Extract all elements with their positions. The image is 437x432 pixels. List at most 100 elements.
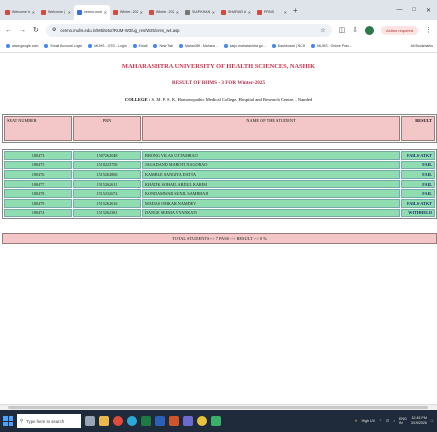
chrome-icon[interactable] bbox=[113, 416, 123, 426]
network-icon[interactable]: ☷ bbox=[386, 419, 389, 423]
volume-icon[interactable]: ♪ bbox=[393, 419, 395, 423]
prn-cell: 1510223758 bbox=[73, 160, 141, 170]
browser-tab[interactable]: cermo.muhs.✕ bbox=[74, 4, 110, 20]
bookmark-item[interactable]: sarju.maharashtra.go... bbox=[223, 44, 266, 48]
browser-tab[interactable]: Winter -2025✕ bbox=[146, 4, 182, 20]
download-icon[interactable]: ⇩ bbox=[352, 26, 358, 34]
notification-icon[interactable]: □ bbox=[431, 419, 433, 423]
browser-tab[interactable]: Welcome to ✕ bbox=[2, 4, 38, 20]
tab-favicon-icon bbox=[113, 9, 118, 15]
student-name-cell: DANGE SEEMA VYANKATI bbox=[142, 208, 400, 218]
url-field[interactable]: ⚙ cermo.muhs.edu.in/MSitetor/RUM-W3/ug_r… bbox=[45, 23, 332, 37]
tab-favicon-icon bbox=[77, 9, 82, 15]
college-name: S. M. P. S. K. Homoeopathic Medical Coll… bbox=[151, 97, 313, 102]
bookmark-favicon-icon bbox=[88, 44, 93, 48]
college-line: COLLEGE : S. M. P. S. K. Homoeopathic Me… bbox=[0, 97, 437, 102]
back-icon[interactable]: ← bbox=[5, 27, 12, 34]
seat-number-cell: 180479 bbox=[4, 198, 72, 208]
task-view-icon[interactable] bbox=[85, 416, 95, 426]
minimize-icon[interactable]: — bbox=[396, 7, 402, 14]
student-name-cell: JAGADAND MAROTI NAGORAO bbox=[142, 160, 400, 170]
bookmark-label: Email bbox=[138, 44, 148, 48]
new-tab-button[interactable]: + bbox=[293, 6, 298, 15]
excel-icon[interactable] bbox=[141, 416, 151, 426]
windows-start-icon[interactable] bbox=[3, 416, 13, 426]
prn-cell: 1515262616 bbox=[73, 198, 141, 208]
edge-icon[interactable] bbox=[127, 416, 137, 426]
close-icon[interactable]: ✕ bbox=[426, 7, 431, 14]
bookmark-label: sarju.maharashtra.go... bbox=[229, 44, 266, 48]
bookmarks-bar: www.google.com Email Account Login MUHS - … bbox=[0, 40, 437, 53]
bookmark-item[interactable]: MUHS - Online Prac... bbox=[311, 44, 352, 48]
extensions-icon[interactable]: ◫ bbox=[339, 26, 346, 34]
tab-close-icon[interactable]: ✕ bbox=[284, 10, 287, 15]
taskbar-search-box[interactable]: ⚲ Type here to search bbox=[17, 414, 81, 428]
result-page: MAHARASHTRA UNIVERSITY OF HEALTH SCIENCE… bbox=[0, 54, 437, 404]
tab-close-icon[interactable]: ✕ bbox=[212, 10, 215, 15]
profile-avatar[interactable] bbox=[365, 25, 375, 35]
column-header-result: RESULT bbox=[401, 116, 435, 141]
action-required-button[interactable]: Action required bbox=[381, 25, 418, 35]
student-name-cell: BHONG VILAS UTTAMRAO bbox=[142, 151, 400, 160]
menu-icon[interactable]: ⋮ bbox=[425, 26, 432, 34]
university-title: MAHARASHTRA UNIVERSITY OF HEALTH SCIENCE… bbox=[121, 63, 316, 70]
browser-tab[interactable]: PRNS ✕ bbox=[254, 4, 290, 20]
forward-icon[interactable]: → bbox=[19, 27, 26, 34]
chrome-icon-2[interactable] bbox=[197, 416, 207, 426]
weather-icon[interactable]: ☀ bbox=[354, 419, 357, 423]
file-explorer-icon[interactable] bbox=[99, 416, 109, 426]
tab-title: SIAPKHANC bbox=[192, 10, 210, 14]
column-header-prn: PRN bbox=[73, 116, 141, 141]
weather-text: High UV bbox=[361, 419, 375, 423]
word-icon[interactable] bbox=[155, 416, 165, 426]
powerpoint-icon[interactable] bbox=[169, 416, 179, 426]
site-info-icon[interactable]: ⚙ bbox=[52, 27, 56, 33]
bookmark-item[interactable]: Email Account Login bbox=[44, 44, 82, 48]
browser-tab[interactable]: SHARAR AN✕ bbox=[218, 4, 254, 20]
tab-title: Winter -2025 bbox=[120, 10, 138, 14]
search-placeholder: Type here to search bbox=[26, 418, 65, 424]
tab-list: Welcome to✕Welcome | li✕cermo.muhs.✕Wint… bbox=[2, 1, 290, 20]
tab-favicon-icon bbox=[257, 9, 262, 15]
tab-close-icon[interactable]: ✕ bbox=[248, 10, 251, 15]
tab-favicon-icon bbox=[5, 9, 10, 15]
maximize-icon[interactable]: □ bbox=[412, 7, 416, 14]
prn-cell: 1515262806 bbox=[73, 170, 141, 179]
result-cell: WITHHELD bbox=[401, 208, 435, 218]
all-bookmarks-button[interactable]: All Bookmarks bbox=[411, 44, 437, 48]
tab-close-icon[interactable]: ✕ bbox=[140, 10, 143, 15]
app-icon[interactable] bbox=[211, 416, 221, 426]
bookmark-item[interactable]: Email bbox=[132, 44, 148, 48]
bookmark-star-icon[interactable]: ☆ bbox=[320, 27, 325, 34]
scrollbar-thumb[interactable] bbox=[8, 406, 428, 409]
reload-icon[interactable]: ↻ bbox=[33, 26, 39, 34]
tab-close-icon[interactable]: ✕ bbox=[68, 10, 71, 15]
browser-tab[interactable]: Winter -2025✕ bbox=[110, 4, 146, 20]
bookmark-favicon-icon bbox=[223, 44, 228, 48]
results-table: 180473 1507262048 BHONG VILAS UTTAMRAO FAIL… bbox=[2, 149, 437, 220]
address-bar-row: ← → ↻ ⚙ cermo.muhs.edu.in/MSitetor/RUM-W… bbox=[0, 20, 437, 40]
tab-close-icon[interactable]: ✕ bbox=[104, 10, 107, 15]
bookmark-item[interactable]: Mahar38f - Mahara... bbox=[179, 44, 218, 48]
store-icon[interactable] bbox=[183, 416, 193, 426]
bookmark-label: New Tab bbox=[159, 44, 173, 48]
tab-favicon-icon bbox=[185, 9, 190, 15]
browser-tab[interactable]: SIAPKHANC✕ bbox=[182, 4, 218, 20]
tab-title: Welcome to bbox=[12, 10, 30, 14]
clock[interactable]: 12:45 PM 3/19/2026 bbox=[411, 416, 427, 426]
bookmark-item[interactable]: New Tab bbox=[153, 44, 173, 48]
system-tray: ☀ High UV ⌃ ☷ ♪ ENG IN 12:45 PM 3/19/202… bbox=[354, 416, 437, 426]
table-row: 180478 1515232672 KONDAMWAR SUNIL SAMBHAJI… bbox=[4, 189, 435, 198]
bookmark-item[interactable]: MUHS - OTD - Login bbox=[88, 44, 127, 48]
table-row: 180476 1515262806 KAMBLE SANGITA DATTA FAIL bbox=[4, 170, 435, 179]
clock-date: 3/19/2026 bbox=[410, 421, 427, 425]
tab-close-icon[interactable]: ✕ bbox=[176, 10, 179, 15]
bookmark-item[interactable]: www.google.com bbox=[6, 44, 38, 48]
seat-number-cell: 180474 bbox=[4, 208, 72, 218]
tab-close-icon[interactable]: ✕ bbox=[32, 10, 35, 15]
language-indicator[interactable]: ENG IN bbox=[399, 417, 407, 425]
browser-tab[interactable]: Welcome | li ✕ bbox=[38, 4, 74, 20]
bookmark-item[interactable]: Dashboard | NCH bbox=[271, 44, 305, 48]
up-arrow-icon[interactable]: ⌃ bbox=[379, 419, 382, 423]
bookmark-favicon-icon bbox=[6, 44, 10, 48]
